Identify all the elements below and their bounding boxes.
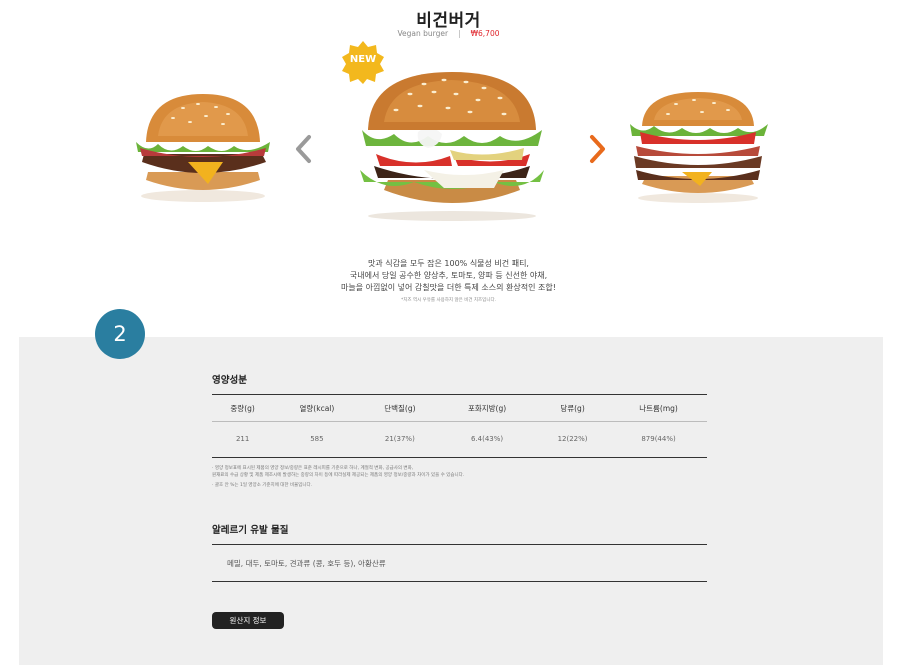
nutrition-value-protein: 21(37%): [384, 434, 415, 443]
chevron-right-icon[interactable]: [585, 134, 609, 164]
description-line: 국내에서 당일 공수한 양상추, 토마토, 양파 등 신선한 야채,: [349, 271, 548, 280]
nutrition-value-weight: 211: [235, 434, 250, 443]
product-english-name: Vegan burger: [397, 29, 449, 38]
product-description: 맛과 식감을 모두 잡은 100% 식물성 비건 패티, 국내에서 당일 공수한…: [0, 258, 897, 294]
nutrition-header-saturated-fat: 포화지방(g): [439, 395, 535, 422]
allergen-bottom-rule: [212, 581, 707, 582]
nutrition-value-sodium: 879(44%): [641, 434, 676, 443]
new-badge-label: NEW: [349, 54, 377, 65]
nutrition-value-calories: 585: [310, 434, 324, 443]
table-row: 211 585 21(37%) 6.4(43%) 12(22%) 879(44%…: [212, 422, 707, 456]
origin-info-button[interactable]: 원산지 정보: [212, 612, 284, 629]
allergen-list: 메밀, 대두, 토마토, 견과류 (콩, 호두 등), 아황산류: [227, 559, 386, 568]
prev-burger-image[interactable]: [128, 92, 278, 204]
nutrition-header-protein: 단백질(g): [360, 395, 440, 422]
product-info-panel: [19, 337, 883, 665]
description-line: 마늘을 아낌없이 넣어 감칠맛을 더한 특제 소스의 환상적인 조합!: [341, 283, 556, 292]
product-subline: Vegan burger | ₩6,700: [0, 29, 897, 38]
nutrition-bottom-rule: [212, 457, 707, 458]
nutrition-value-sugar: 12(22%): [557, 434, 588, 443]
product-price: ₩6,700: [470, 29, 500, 38]
nutrition-header-calories: 열량(kcal): [273, 395, 361, 422]
product-title: 비건버거: [416, 11, 481, 31]
step-number-badge: 2: [95, 309, 145, 359]
nutrition-notes: · 영양 정보표에 표시된 제품의 영양 정보/중량은 표준 레시피를 기준으로…: [212, 465, 707, 489]
nutrition-header-sodium: 나트륨(mg): [610, 395, 707, 422]
chevron-left-icon[interactable]: [292, 134, 316, 164]
nutrition-section-title: 영양성분: [212, 375, 247, 386]
nutrition-header-weight: 중량(g): [212, 395, 274, 422]
nutrition-header-sugar: 당류(g): [535, 395, 611, 422]
nutrition-value-saturated-fat: 6.4(43%): [470, 434, 504, 443]
nutrition-header-row: 중량(g) 열량(kcal) 단백질(g) 포화지방(g) 당류(g) 나트륨(…: [212, 395, 707, 422]
nutrition-table: 중량(g) 열량(kcal) 단백질(g) 포화지방(g) 당류(g) 나트륨(…: [212, 395, 707, 455]
allergen-top-rule: [212, 544, 707, 545]
nutrition-note: · 괄호 안 %는 1일 영양소 기준치에 대한 비율입니다.: [212, 483, 313, 488]
description-line: 맛과 식감을 모두 잡은 100% 식물성 비건 패티,: [368, 259, 529, 268]
vegan-burger-image: [360, 72, 544, 221]
description-note: *치즈 역시 우유를 사용하지 않은 비건 치즈입니다.: [400, 298, 497, 303]
allergen-section-title: 알레르기 유발 물질: [212, 525, 289, 536]
nutrition-note: 원재료의 수급 상황 및 제품 제조시에 발생하는 중량의 차이 등에 따라실제…: [212, 473, 465, 478]
nutrition-note: · 영양 정보표에 표시된 제품의 영양 정보/중량은 표준 레시피를 기준으로…: [212, 466, 414, 471]
subline-separator: |: [458, 29, 461, 38]
next-burger-image[interactable]: [622, 90, 774, 204]
